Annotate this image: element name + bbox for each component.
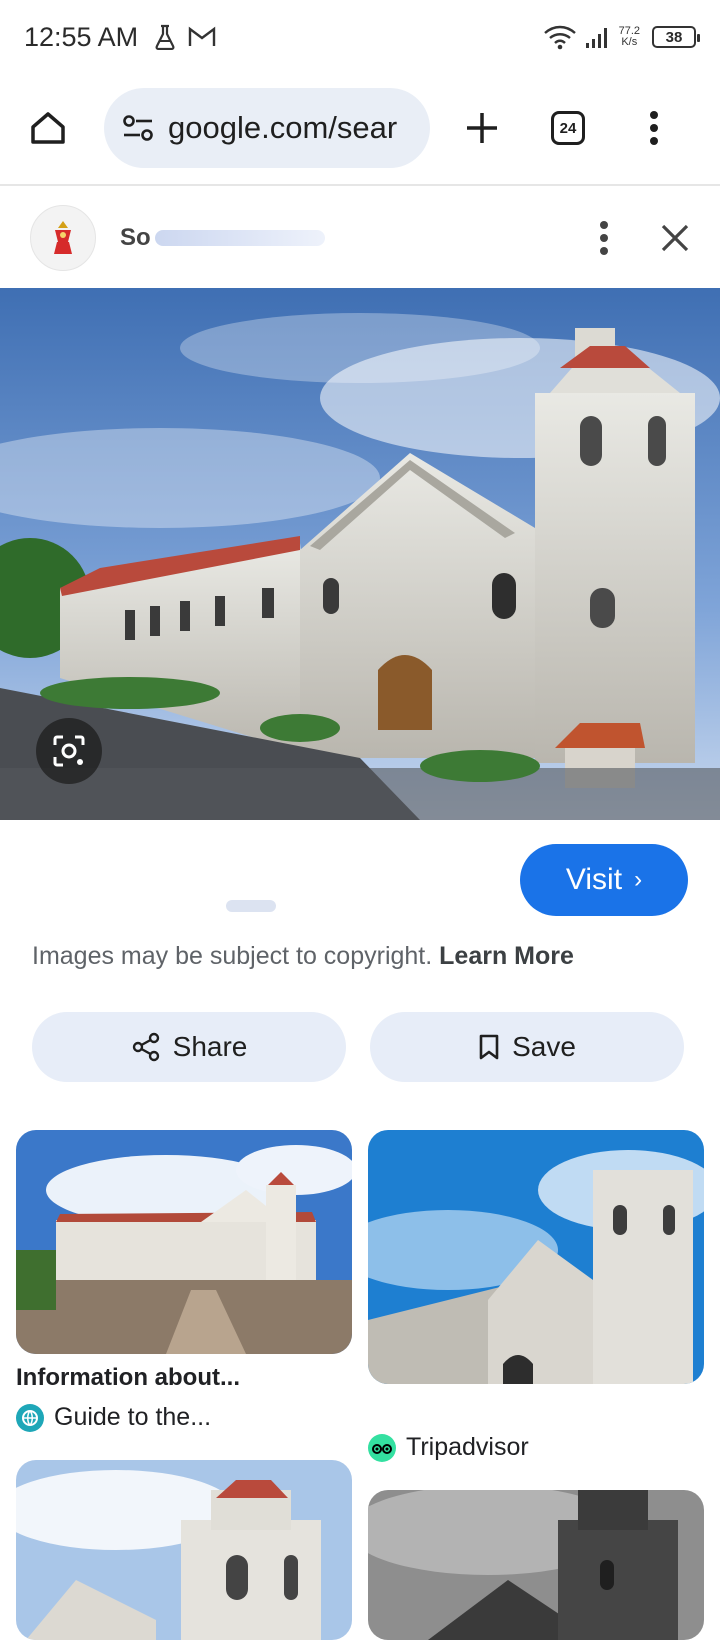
visit-label: Visit [565,863,623,896]
result-source-label: Guide to the... [54,1403,212,1431]
copyright-text: Images may be subject to copyright. [32,942,433,970]
result-image-3 [16,1460,352,1640]
more-icon[interactable] [598,220,610,256]
lens-button[interactable] [36,718,102,784]
close-icon[interactable] [660,223,690,253]
tripadvisor-icon [368,1433,396,1462]
site-name-redacted [154,230,325,246]
net-speed-unit: K/s [621,36,638,48]
site-avatar[interactable] [30,205,96,271]
result-image-1 [16,1130,352,1354]
tab-switcher-button[interactable]: 24 [540,100,596,156]
flask-icon [155,24,175,50]
tune-icon[interactable] [122,114,154,142]
result-source[interactable]: Guide to the... [16,1403,211,1432]
net-speed: 77.2 K/s [619,26,640,48]
preview-image[interactable] [0,288,720,820]
url-text[interactable]: google.com/sear [168,110,420,146]
source-header: So [0,190,720,286]
site-logo-icon [54,221,72,254]
tabs-icon: 24 [551,111,585,145]
learn-more-link[interactable]: Learn More [439,942,574,970]
result-thumbnail[interactable] [16,1130,352,1354]
save-label: Save [512,1031,576,1062]
share-icon [132,1032,159,1062]
result-thumbnail[interactable] [368,1490,704,1640]
copyright-notice: Images may be subject to copyright. Lear… [32,942,574,971]
more-icon [650,111,658,145]
result-source[interactable]: Tripadvisor [368,1433,529,1462]
header-actions [598,220,690,256]
signal-icon [585,28,607,48]
save-button[interactable]: Save [370,1012,684,1082]
browser-toolbar: google.com/sear 24 [0,80,720,176]
gmail-icon [188,26,216,46]
notification-icons [154,24,216,50]
browser-menu-button[interactable] [626,100,682,156]
new-tab-button[interactable] [454,100,510,156]
visit-button[interactable]: Visit › [520,844,688,916]
result-image-2 [368,1130,704,1384]
share-label: Share [172,1031,248,1062]
status-time: 12:55 AM [24,21,139,52]
result-source-label: Tripadvisor [406,1433,529,1461]
plus-icon [467,113,497,143]
lens-icon [53,735,85,767]
home-icon [31,112,65,144]
home-button[interactable] [20,100,76,156]
chevron-right-icon: › [634,866,643,893]
share-button[interactable]: Share [32,1012,346,1082]
wifi-icon [543,25,576,50]
result-thumbnail[interactable] [368,1130,704,1384]
result-title[interactable]: Information about... [16,1364,240,1392]
battery-indicator: 38 [652,26,700,48]
address-bar[interactable]: google.com/sear [104,88,430,168]
toolbar-divider [0,184,720,186]
bookmark-icon [479,1034,499,1060]
redacted-text [226,900,276,912]
site-name[interactable]: So [120,224,151,252]
globe-icon [16,1403,44,1432]
result-image-4 [368,1490,704,1640]
status-bar: 12:55 AM 77.2 K/s 38 [0,0,720,74]
status-right: 77.2 K/s 38 [543,24,700,50]
result-thumbnail[interactable] [16,1460,352,1640]
church-image [0,288,720,820]
